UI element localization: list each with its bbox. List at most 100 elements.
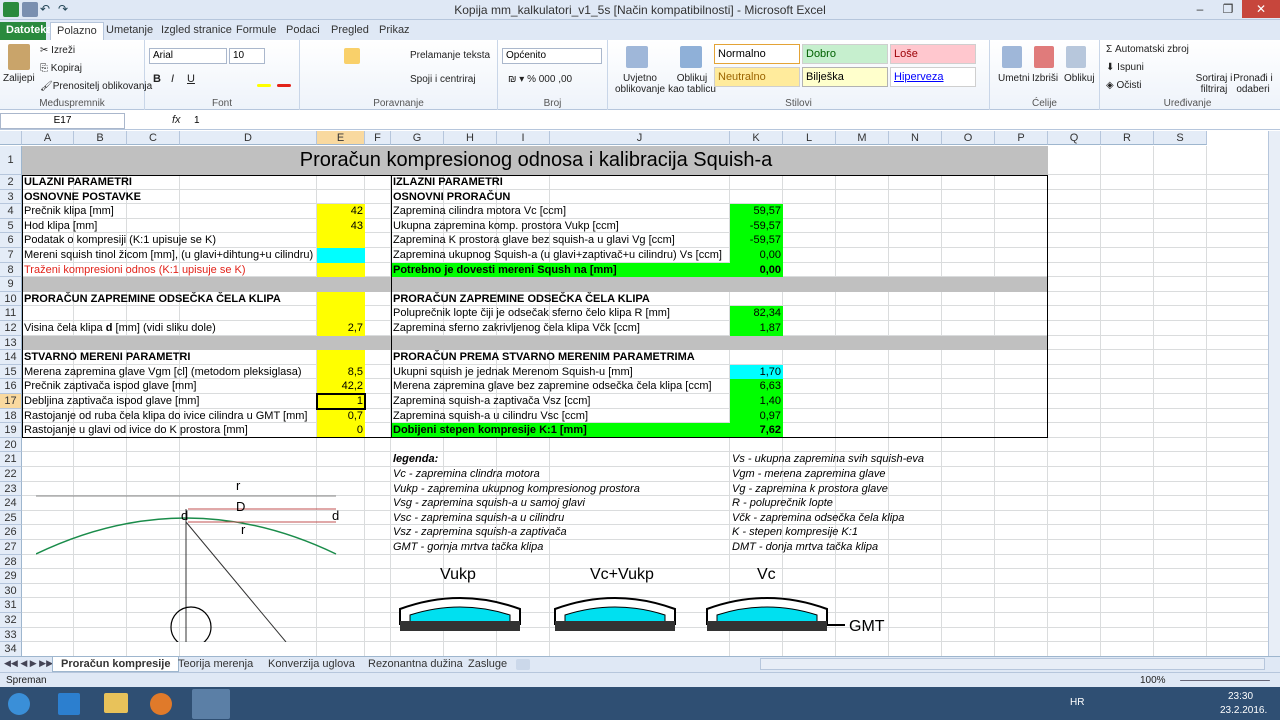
row-header-2[interactable]: 2 — [0, 175, 22, 190]
output-value[interactable]: -59,57 — [730, 233, 783, 248]
delete-button[interactable]: Izbriši — [1032, 73, 1058, 84]
row-header-23[interactable]: 23 — [0, 481, 22, 497]
sort-filter-button[interactable]: Sortiraj i filtriraj — [1192, 73, 1236, 95]
column-header-Q[interactable]: Q — [1048, 131, 1101, 145]
input-value[interactable] — [317, 233, 365, 248]
sheet-nav-icons[interactable]: ◀◀ ◀ ▶ ▶▶ — [4, 658, 53, 669]
column-header-H[interactable]: H — [444, 131, 497, 145]
column-header-L[interactable]: L — [783, 131, 836, 145]
row-header-5[interactable]: 5 — [0, 218, 22, 234]
row-header-8[interactable]: 8 — [0, 262, 22, 278]
input-value[interactable]: 42 — [317, 204, 365, 219]
folder-icon[interactable] — [104, 693, 128, 713]
style-good[interactable]: Dobro — [802, 44, 888, 64]
column-header-P[interactable]: P — [995, 131, 1048, 145]
spreadsheet-grid[interactable]: A B C D E F G H I J K L M N O P Q R S 1 2 3 4 5 6 7 8 9 10 11 12 13 14 15… — [0, 131, 1268, 656]
row-header-24[interactable]: 24 — [0, 496, 22, 511]
output-value[interactable]: 1,40 — [730, 394, 783, 409]
tab-formulas[interactable]: Formule — [230, 22, 282, 40]
number-format-select[interactable]: Općenito — [502, 48, 602, 64]
output-value[interactable]: 1,87 — [730, 321, 783, 336]
italic-button[interactable]: I — [171, 73, 174, 85]
output-value[interactable]: 0,00 — [730, 248, 783, 263]
format-table-icon[interactable] — [680, 46, 702, 68]
row-header-26[interactable]: 26 — [0, 525, 22, 540]
zoom-level[interactable]: 100% — [1140, 675, 1166, 686]
column-header-B[interactable]: B — [74, 131, 127, 145]
select-all-corner[interactable] — [0, 131, 22, 145]
format-table-button[interactable]: Oblikuj kao tablicu — [668, 73, 716, 95]
conditional-format-icon[interactable] — [626, 46, 648, 68]
column-header-J[interactable]: J — [550, 131, 730, 145]
minimize-icon[interactable]: – — [1186, 0, 1214, 18]
ie-icon[interactable] — [58, 693, 80, 715]
row-header-7[interactable]: 7 — [0, 248, 22, 263]
output-value[interactable]: 6,63 — [730, 379, 783, 394]
column-header-S[interactable]: S — [1154, 131, 1207, 145]
wrap-text-button[interactable]: Prelamanje teksta — [410, 50, 490, 61]
output-value[interactable]: 59,57 — [730, 204, 783, 219]
tab-insert[interactable]: Umetanje — [100, 22, 159, 40]
column-header-G[interactable]: G — [391, 131, 444, 145]
row-header-25[interactable]: 25 — [0, 510, 22, 526]
row-header-6[interactable]: 6 — [0, 233, 22, 248]
autosum-button[interactable]: Σ Automatski zbroj — [1106, 44, 1189, 55]
row-header-12[interactable]: 12 — [0, 321, 22, 336]
language-indicator[interactable]: HR — [1070, 697, 1084, 708]
formula-input[interactable]: 1 — [190, 113, 1270, 129]
insert-button[interactable]: Umetni — [998, 73, 1030, 84]
row-header-13[interactable]: 13 — [0, 335, 22, 351]
paste-button[interactable]: Zalijepi — [3, 73, 35, 84]
horizontal-scrollbar[interactable] — [760, 658, 1265, 670]
row-header-19[interactable]: 19 — [0, 423, 22, 438]
row-header-1[interactable]: 1 — [0, 146, 22, 175]
row-header-11[interactable]: 11 — [0, 306, 22, 321]
column-header-E[interactable]: E — [317, 131, 365, 145]
style-neutral[interactable]: Neutralno — [714, 67, 800, 87]
delete-cells-icon[interactable] — [1034, 46, 1054, 68]
column-header-K[interactable]: K — [730, 131, 783, 145]
row-header-3[interactable]: 3 — [0, 189, 22, 205]
output-value[interactable]: 82,34 — [730, 306, 783, 321]
row-header-15[interactable]: 15 — [0, 364, 22, 380]
style-normal[interactable]: Normalno — [714, 44, 800, 64]
row-header-31[interactable]: 31 — [0, 598, 22, 613]
row-header-30[interactable]: 30 — [0, 583, 22, 599]
close-icon[interactable]: ✕ — [1242, 0, 1280, 18]
sheet-tab-resonance[interactable]: Rezonantna dužina — [360, 657, 471, 672]
font-name-select[interactable]: Arial — [149, 48, 227, 64]
format-painter-button[interactable]: 🖌Prenositelj oblikovanja — [40, 81, 152, 92]
input-value[interactable]: 0,7 — [317, 409, 365, 424]
column-header-D[interactable]: D — [180, 131, 317, 145]
copy-button[interactable]: ⎘ Kopiraj — [40, 63, 82, 74]
input-value[interactable]: 1 — [317, 394, 365, 409]
column-header-M[interactable]: M — [836, 131, 889, 145]
row-header-29[interactable]: 29 — [0, 569, 22, 584]
style-note[interactable]: Bilješka — [802, 67, 888, 87]
find-select-button[interactable]: Pronađi i odaberi — [1232, 73, 1274, 95]
format-button[interactable]: Oblikuj — [1064, 73, 1095, 84]
merge-center-button[interactable]: Spoji i centriraj — [410, 74, 476, 85]
vertical-scrollbar[interactable] — [1268, 131, 1280, 656]
sheet-tab-angles[interactable]: Konverzija uglova — [260, 657, 363, 672]
column-header-O[interactable]: O — [942, 131, 995, 145]
new-sheet-icon[interactable] — [516, 659, 530, 670]
restore-icon[interactable]: ❐ — [1214, 0, 1242, 18]
column-header-N[interactable]: N — [889, 131, 942, 145]
font-size-select[interactable]: 10 — [229, 48, 265, 64]
row-header-16[interactable]: 16 — [0, 379, 22, 394]
font-color-icon[interactable] — [277, 84, 291, 87]
name-box[interactable]: E17 — [0, 113, 125, 129]
fill-color-icon[interactable] — [257, 84, 271, 87]
number-format-icons[interactable]: ₪ ▾ % 000 ,00 — [508, 74, 572, 85]
tab-view[interactable]: Prikaz — [373, 22, 416, 40]
bold-button[interactable]: B — [153, 73, 161, 85]
conditional-format-button[interactable]: Uvjetno oblikovanje — [612, 73, 668, 95]
output-value[interactable]: 0,00 — [730, 263, 783, 278]
excel-taskbar-icon[interactable] — [192, 689, 230, 719]
column-header-F[interactable]: F — [365, 131, 391, 145]
tab-file[interactable]: Datoteka — [0, 22, 52, 40]
output-value[interactable]: 0,97 — [730, 409, 783, 424]
cut-button[interactable]: ✂ Izreži — [40, 45, 75, 56]
input-value[interactable]: 8,5 — [317, 365, 365, 380]
